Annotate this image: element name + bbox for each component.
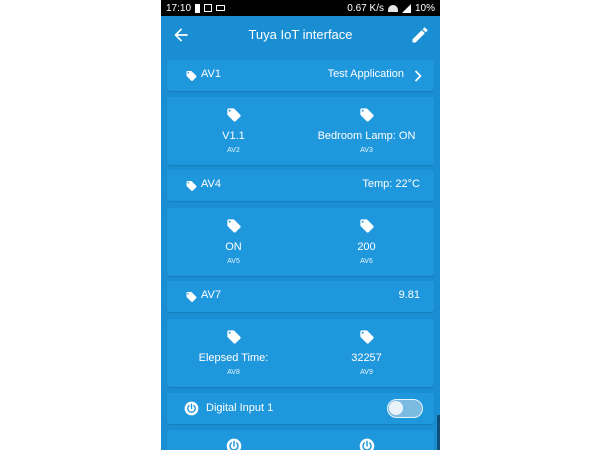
av2-av3-card: V1.1 AV2 Bedroom Lamp: ON AV3 — [167, 97, 434, 165]
notification-icon — [204, 4, 213, 12]
av6-cell[interactable]: 200 AV6 — [300, 208, 433, 276]
av4-row[interactable]: AV4 Temp: 22°C — [167, 170, 434, 201]
status-bar-right: 0.67 K/s 10% — [347, 3, 435, 14]
scrollbar[interactable] — [437, 415, 440, 450]
edit-pencil-icon[interactable] — [410, 25, 430, 45]
av7-value: 9.81 — [398, 289, 420, 301]
power-icon[interactable] — [226, 438, 242, 450]
av9-value: 32257 — [351, 352, 382, 364]
tag-icon — [227, 219, 241, 233]
next-card — [167, 430, 434, 450]
tag-icon — [360, 108, 374, 122]
av3-value: Bedroom Lamp: ON — [317, 130, 416, 142]
av6-value: 200 — [357, 241, 376, 253]
av1-label: AV1 — [201, 68, 221, 80]
av7-label: AV7 — [201, 289, 221, 301]
tag-icon — [360, 219, 374, 233]
battery-percent: 10% — [414, 2, 435, 14]
status-bar-left: 17:10 — [166, 2, 226, 14]
av5-label: AV5 — [227, 258, 240, 265]
av8-av9-card: Elepsed Time: AV8 32257 AV9 — [167, 319, 434, 387]
status-bar: 17:10 0.67 K/s 10% — [161, 0, 440, 16]
av9-cell[interactable]: 32257 AV9 — [300, 319, 433, 387]
av8-cell[interactable]: Elepsed Time: AV8 — [167, 319, 300, 387]
tag-icon — [360, 330, 374, 344]
tag-icon — [186, 292, 197, 302]
tag-icon — [227, 330, 241, 344]
tag-icon — [186, 181, 197, 191]
toggle-knob — [389, 401, 403, 415]
av5-cell[interactable]: ON AV5 — [167, 208, 300, 276]
app-bar: Tuya IoT interface — [161, 16, 440, 56]
av4-value: Temp: 22°C — [362, 178, 420, 190]
av6-label: AV6 — [360, 258, 373, 265]
arrow-back-icon[interactable] — [171, 25, 191, 45]
digital-input-1-label: Digital Input 1 — [206, 402, 274, 414]
page-title: Tuya IoT interface — [248, 27, 353, 42]
wifi-icon — [387, 4, 398, 12]
av8-label: AV8 — [227, 369, 240, 376]
av5-av6-card: ON AV5 200 AV6 — [167, 208, 434, 276]
av5-value: ON — [225, 241, 242, 253]
av4-label: AV4 — [201, 178, 221, 190]
av2-label: AV2 — [227, 147, 240, 154]
av1-value: Test Application — [327, 68, 404, 80]
power-icon[interactable] — [359, 438, 375, 450]
av8-value: Elepsed Time: — [198, 352, 269, 364]
av3-label: AV3 — [360, 147, 373, 154]
av3-cell[interactable]: Bedroom Lamp: ON AV3 — [300, 97, 433, 165]
av2-cell[interactable]: V1.1 AV2 — [167, 97, 300, 165]
digital-input-1-toggle[interactable] — [387, 399, 423, 418]
power-icon — [184, 401, 199, 416]
tag-icon — [186, 71, 197, 81]
network-speed: 0.67 K/s — [347, 2, 384, 14]
app-screen: 17:10 0.67 K/s 10% Tuya IoT interface AV… — [161, 0, 440, 450]
av2-value: V1.1 — [222, 130, 245, 142]
av9-label: AV9 — [360, 369, 373, 376]
chevron-right-icon — [414, 70, 422, 82]
tag-icon — [227, 108, 241, 122]
av7-row[interactable]: AV7 9.81 — [167, 281, 434, 312]
status-time: 17:10 — [166, 2, 192, 14]
signal-icon — [401, 3, 411, 13]
digital-input-1-row: Digital Input 1 — [167, 393, 434, 424]
cast-icon — [216, 5, 226, 11]
battery-saver-icon — [195, 3, 201, 13]
av1-row[interactable]: AV1 Test Application — [167, 60, 434, 91]
